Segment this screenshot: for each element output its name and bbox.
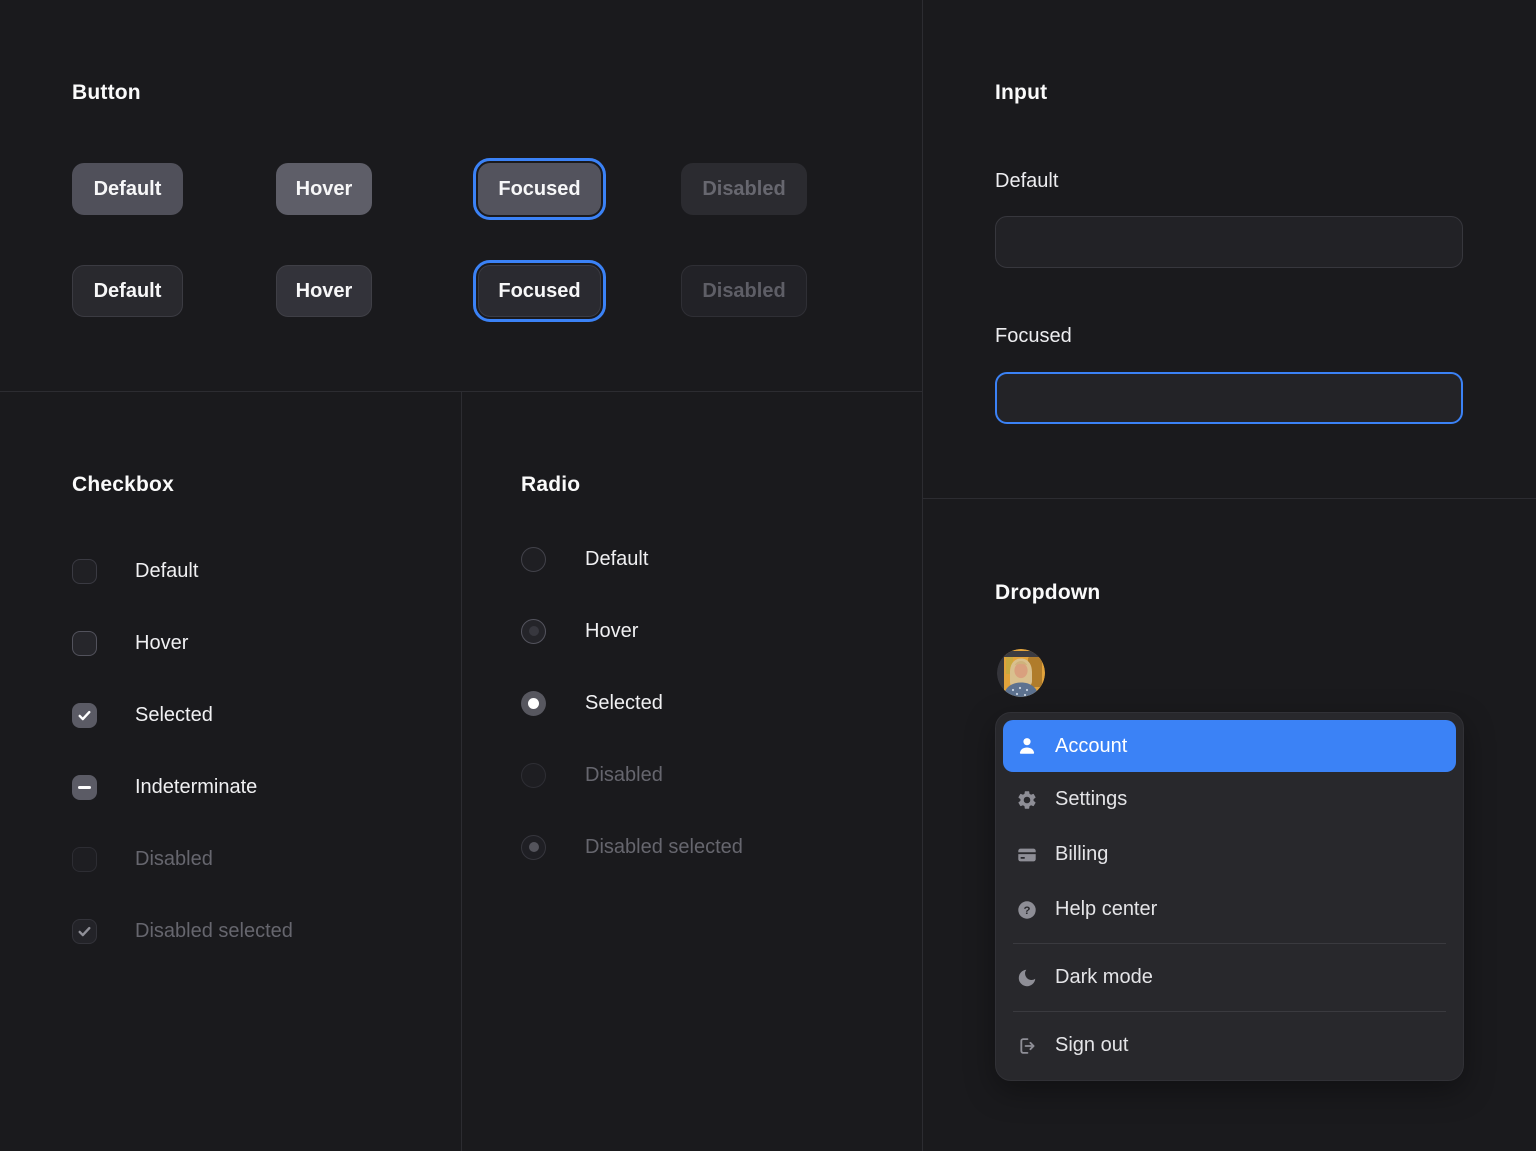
menu-item-account[interactable]: Account — [1003, 720, 1456, 772]
button-label: Hover — [296, 178, 353, 201]
help-circle-icon: ? — [1016, 899, 1038, 921]
sign-out-icon — [1016, 1035, 1038, 1057]
button-label: Focused — [498, 280, 580, 303]
menu-item-dark-mode[interactable]: Dark mode — [1003, 950, 1456, 1005]
checkbox-item-disabled-selected: Disabled selected — [72, 915, 293, 947]
indeterminate-dash-icon — [78, 786, 91, 789]
radio-disabled — [521, 763, 546, 788]
avatar-image — [997, 649, 1045, 697]
button-secondary-default[interactable]: Default — [72, 265, 183, 317]
checkbox-item-indeterminate: Indeterminate — [72, 771, 257, 803]
menu-item-label: Help center — [1055, 898, 1157, 921]
menu-divider — [1013, 1011, 1446, 1012]
button-label: Disabled — [702, 280, 785, 303]
radio-label: Default — [585, 548, 648, 571]
checkbox-indeterminate[interactable] — [72, 775, 97, 800]
radio-dot — [529, 626, 539, 636]
menu-item-settings[interactable]: Settings — [1003, 772, 1456, 827]
radio-item-default: Default — [521, 543, 648, 575]
checkbox-label: Default — [135, 560, 198, 583]
checkbox-hover[interactable] — [72, 631, 97, 656]
design-system-canvas: Button Default Hover Focused Disabled De… — [0, 0, 1536, 1151]
button-label: Default — [94, 280, 162, 303]
moon-icon — [1016, 967, 1038, 989]
menu-item-label: Dark mode — [1055, 966, 1153, 989]
checkbox-item-default: Default — [72, 555, 198, 587]
radio-label: Disabled — [585, 764, 663, 787]
checkbox-item-disabled: Disabled — [72, 843, 213, 875]
checkbox-label: Selected — [135, 704, 213, 727]
menu-item-help-center[interactable]: ? Help center — [1003, 882, 1456, 937]
menu-item-label: Billing — [1055, 843, 1108, 866]
user-icon — [1016, 735, 1038, 757]
gear-icon — [1016, 789, 1038, 811]
svg-text:?: ? — [1024, 905, 1031, 917]
input-section-title: Input — [995, 81, 1047, 105]
menu-item-label: Sign out — [1055, 1034, 1128, 1057]
dropdown-menu: Account Settings Billing ? Help center — [995, 712, 1464, 1081]
menu-item-label: Account — [1055, 735, 1127, 758]
radio-selected[interactable] — [521, 691, 546, 716]
credit-card-icon — [1016, 844, 1038, 866]
menu-divider — [1013, 943, 1446, 944]
radio-label: Selected — [585, 692, 663, 715]
menu-item-label: Settings — [1055, 788, 1127, 811]
checkbox-label: Disabled selected — [135, 920, 293, 943]
checkbox-disabled — [72, 847, 97, 872]
radio-label: Disabled selected — [585, 836, 743, 859]
radio-item-hover: Hover — [521, 615, 638, 647]
button-label: Hover — [296, 280, 353, 303]
checkbox-label: Disabled — [135, 848, 213, 871]
radio-default[interactable] — [521, 547, 546, 572]
button-section-title: Button — [72, 81, 141, 105]
button-secondary-focused[interactable]: Focused — [478, 265, 601, 317]
button-primary-disabled: Disabled — [681, 163, 807, 215]
radio-item-disabled: Disabled — [521, 759, 663, 791]
button-label: Disabled — [702, 178, 785, 201]
checkmark-icon — [76, 707, 93, 724]
button-primary-default[interactable]: Default — [72, 163, 183, 215]
menu-item-billing[interactable]: Billing — [1003, 827, 1456, 882]
avatar[interactable] — [997, 649, 1045, 697]
checkbox-selected[interactable] — [72, 703, 97, 728]
button-secondary-disabled: Disabled — [681, 265, 807, 317]
input-default-field[interactable] — [995, 216, 1463, 268]
radio-disabled-selected — [521, 835, 546, 860]
radio-section-title: Radio — [521, 473, 580, 497]
radio-label: Hover — [585, 620, 638, 643]
button-label: Default — [94, 178, 162, 201]
checkbox-default[interactable] — [72, 559, 97, 584]
button-primary-hover[interactable]: Hover — [276, 163, 372, 215]
input-default-label: Default — [995, 170, 1058, 193]
checkbox-section-title: Checkbox — [72, 473, 174, 497]
radio-item-disabled-selected: Disabled selected — [521, 831, 743, 863]
dropdown-section-title: Dropdown — [995, 581, 1100, 605]
checkbox-disabled-selected — [72, 919, 97, 944]
radio-item-selected: Selected — [521, 687, 663, 719]
radio-dot — [528, 698, 539, 709]
checkbox-item-selected: Selected — [72, 699, 213, 731]
checkbox-label: Indeterminate — [135, 776, 257, 799]
button-secondary-hover[interactable]: Hover — [276, 265, 372, 317]
horizontal-divider-right — [923, 498, 1536, 499]
menu-item-sign-out[interactable]: Sign out — [1003, 1018, 1456, 1073]
checkbox-item-hover: Hover — [72, 627, 188, 659]
input-focused-field[interactable] — [995, 372, 1463, 424]
input-focused-label: Focused — [995, 325, 1072, 348]
checkmark-icon — [76, 923, 93, 940]
button-label: Focused — [498, 178, 580, 201]
radio-dot — [529, 842, 539, 852]
vertical-divider-checkbox-radio — [461, 392, 462, 1151]
checkbox-label: Hover — [135, 632, 188, 655]
vertical-divider-main — [922, 0, 923, 1151]
radio-hover[interactable] — [521, 619, 546, 644]
button-primary-focused[interactable]: Focused — [478, 163, 601, 215]
